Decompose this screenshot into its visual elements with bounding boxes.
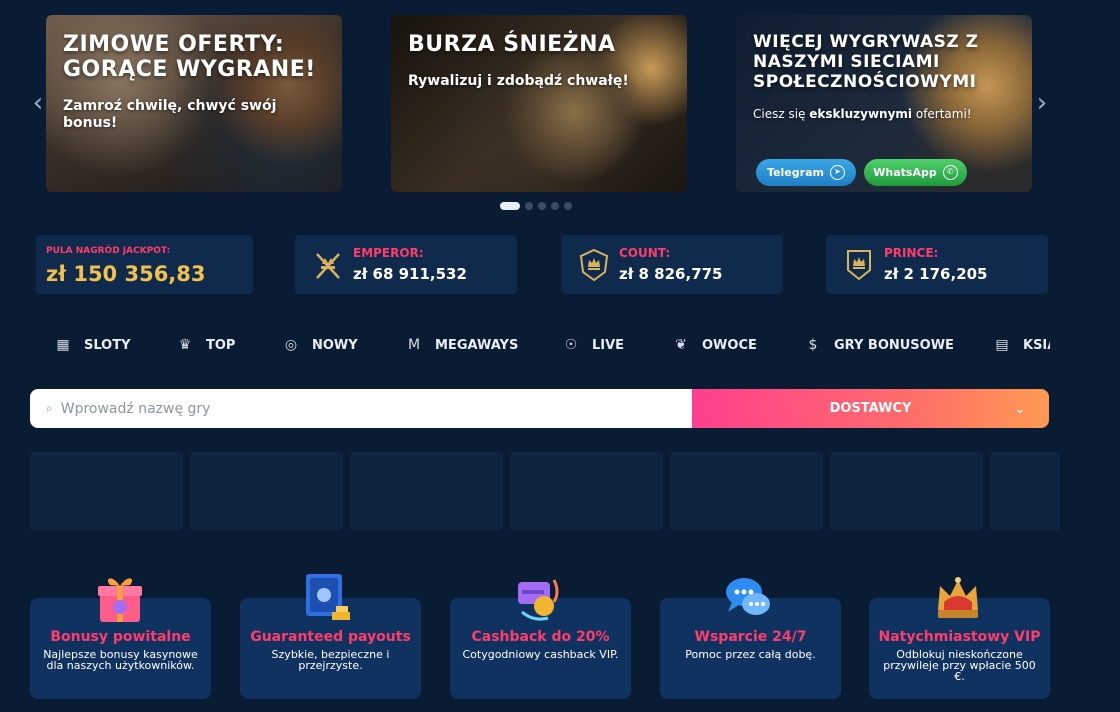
- telegram-icon: ➤: [829, 165, 845, 180]
- jackpot-tier-value: zł 68 911,532: [353, 265, 467, 283]
- jackpot-value: zł 150 356,83: [46, 262, 206, 286]
- category-megaways[interactable]: M MEGAWAYS: [405, 336, 518, 354]
- feature-title: Wsparcie 24/7: [694, 629, 807, 645]
- new-badge-icon: ◎: [284, 337, 298, 353]
- cashback-icon: [518, 579, 559, 621]
- category-nav: ▦ SLOTY ♛ TOP ◎ NOWY M MEGAWAYS ☉ LIVE ❦…: [52, 336, 1050, 358]
- jackpot-label: PULA NAGRÓD JACKPOT:: [46, 246, 171, 256]
- jackpot-tier-label: COUNT:: [619, 246, 671, 260]
- feature-description: Szybkie, bezpieczne i przejrzyste.: [271, 648, 390, 672]
- promo-banner-winter-offers[interactable]: ZIMOWE OFERTY: GORĄCE WYGRANE! Zamroź ch…: [46, 15, 342, 192]
- feature-title: Guaranteed payouts: [250, 629, 411, 645]
- jackpot-tier-label: PRINCE:: [884, 246, 939, 260]
- jackpot-pool: PULA NAGRÓD JACKPOT: zł 150 356,83: [36, 235, 253, 294]
- gift-icon: [98, 578, 142, 622]
- banner-subtitle: Rywalizuj i zdobądź chwałę!: [408, 73, 629, 89]
- chat-bubbles-icon: [726, 578, 770, 615]
- category-fruits[interactable]: ❦ OWOCE: [672, 336, 757, 354]
- jackpot-tier-label: EMPEROR:: [353, 246, 424, 260]
- search-icon: ⌕: [46, 401, 53, 415]
- promo-banner-social[interactable]: WIĘCEJ WYGRYWASZ Z NASZYMI SIECIAMI SPOŁ…: [736, 15, 1032, 192]
- crown-shield-icon: [579, 248, 609, 281]
- feature-description: Odblokuj nieskończone przywileje przy wp…: [883, 648, 1036, 683]
- providers-dropdown[interactable]: DOSTAWCY ⌄: [692, 389, 1049, 428]
- feature-title: Cashback do 20%: [471, 629, 610, 645]
- live-dealer-icon: ☉: [564, 337, 578, 353]
- category-new[interactable]: ◎ NOWY: [282, 336, 358, 354]
- banner-subtitle: Zamroź chwilę, chwyć swój bonus!: [63, 98, 277, 131]
- game-tile[interactable]: [350, 452, 503, 530]
- feature-description: Najlepsze bonusy kasynowe dla naszych uż…: [43, 648, 198, 672]
- feature-title: Natychmiastowy VIP: [878, 629, 1041, 645]
- money-bag-icon: $: [808, 337, 818, 353]
- slot-machine-icon: ▦: [56, 337, 70, 353]
- promo-banner-snowstorm[interactable]: BURZA ŚNIEŻNA Rywalizuj i zdobądź chwałę…: [391, 15, 687, 192]
- carousel-next-button[interactable]: ›: [1032, 88, 1052, 118]
- chevron-down-icon: ⌄: [1014, 401, 1025, 416]
- game-tile[interactable]: [510, 452, 663, 530]
- banner-subtitle: Ciesz się ekskluzywnymi ofertami!: [753, 107, 972, 121]
- carousel-dot[interactable]: [564, 202, 572, 210]
- game-tile[interactable]: [990, 452, 1060, 530]
- book-icon: ▤: [995, 337, 1009, 353]
- game-tile[interactable]: [670, 452, 823, 530]
- carousel-dot[interactable]: [538, 202, 546, 210]
- category-top[interactable]: ♛ TOP: [176, 336, 236, 354]
- category-bonus-games[interactable]: $ GRY BONUSOWE: [804, 336, 954, 354]
- jackpot-emperor: EMPEROR: zł 68 911,532: [295, 235, 517, 294]
- carousel-prev-button[interactable]: ‹: [28, 88, 48, 118]
- carousel-dot[interactable]: [525, 202, 533, 210]
- whatsapp-button[interactable]: WhatsApp ✆: [864, 159, 967, 186]
- category-books[interactable]: ▤ KSIĄŻKI: [993, 336, 1050, 354]
- banner-title: WIĘCEJ WYGRYWASZ Z NASZYMI SIECIAMI SPOŁ…: [753, 32, 979, 92]
- feature-title: Bonusy powitalne: [50, 629, 191, 645]
- carousel-dot[interactable]: [500, 202, 520, 210]
- carousel-pagination: [500, 202, 572, 210]
- crossed-swords-crown-icon: [316, 252, 340, 279]
- category-live[interactable]: ☉ LIVE: [562, 336, 624, 354]
- game-tile[interactable]: [190, 452, 343, 530]
- search-input[interactable]: [60, 400, 661, 417]
- game-tile[interactable]: [830, 452, 983, 530]
- feature-description: Cotygodniowy cashback VIP.: [462, 648, 619, 661]
- game-search: ⌕: [30, 389, 692, 428]
- telegram-button[interactable]: Telegram ➤: [756, 159, 856, 186]
- cherries-icon: ❦: [675, 337, 687, 353]
- jackpot-count: COUNT: zł 8 826,775: [561, 235, 783, 294]
- jackpot-tier-value: zł 2 176,205: [884, 265, 988, 283]
- category-slots[interactable]: ▦ SLOTY: [54, 336, 130, 354]
- jackpot-prince: PRINCE: zł 2 176,205: [826, 235, 1048, 294]
- game-grid: [30, 452, 1060, 530]
- feature-description: Pomoc przez całą dobę.: [685, 648, 816, 661]
- megaways-icon: M: [407, 337, 421, 353]
- safe-icon: [306, 574, 350, 620]
- diamond-crown-icon: ♛: [178, 337, 192, 353]
- crown-shield-icon: [847, 249, 871, 280]
- carousel-dot[interactable]: [551, 202, 559, 210]
- banner-title: ZIMOWE OFERTY: GORĄCE WYGRANE!: [63, 32, 316, 82]
- whatsapp-icon: ✆: [942, 165, 958, 180]
- jackpot-tier-value: zł 8 826,775: [619, 265, 723, 283]
- game-tile[interactable]: [30, 452, 183, 530]
- crown-icon: [938, 577, 978, 618]
- banner-title: BURZA ŚNIEŻNA: [408, 32, 616, 57]
